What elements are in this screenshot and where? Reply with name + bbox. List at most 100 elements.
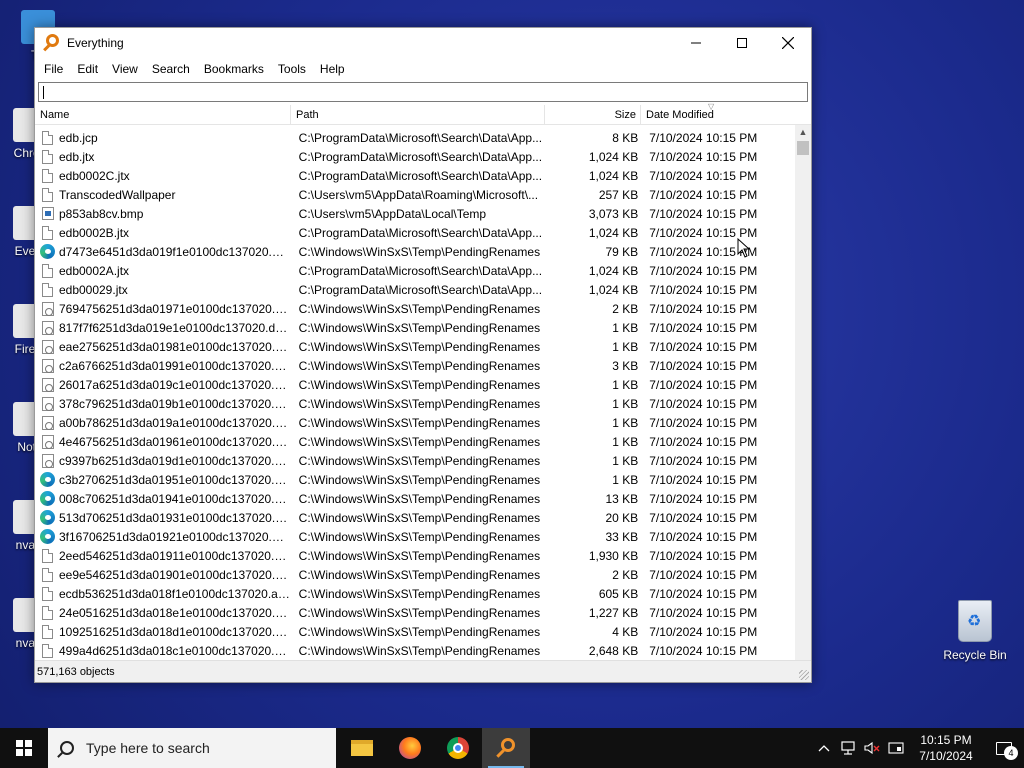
resize-grip-icon[interactable]	[799, 670, 809, 680]
firefox-icon	[399, 737, 421, 759]
cell-name: 513d706251d3da01931e0100dc137020.Spe...	[58, 510, 293, 525]
column-header-path[interactable]: Path	[291, 105, 545, 124]
table-row[interactable]: 2eed546251d3da01911e0100dc137020.amd... C…	[35, 546, 795, 565]
menu-tools[interactable]: Tools	[271, 62, 313, 76]
cell-name: edb.jtx	[58, 149, 95, 164]
cell-path: C:\Windows\WinSxS\Temp\PendingRenames	[298, 339, 541, 354]
notifications-button[interactable]: 4	[984, 728, 1024, 768]
table-row[interactable]: d7473e6451d3da019f1e0100dc137020.migr...…	[35, 242, 795, 261]
notification-count-badge: 4	[1004, 746, 1018, 760]
taskbar-search-box[interactable]: Type here to search	[48, 728, 336, 768]
file-explorer-icon	[351, 740, 373, 756]
menu-file[interactable]: File	[37, 62, 70, 76]
table-row[interactable]: p853ab8cv.bmp C:\Users\vm5\AppData\Local\…	[35, 204, 795, 223]
table-row[interactable]: edb0002C.jtx C:\ProgramData\Microsoft\Sea…	[35, 166, 795, 185]
file-icon	[37, 603, 59, 622]
table-row[interactable]: 4e46756251d3da01961e0100dc137020.desk...…	[35, 432, 795, 451]
title-bar[interactable]: Everything	[35, 28, 811, 58]
cell-size: 1,227 KB	[588, 605, 639, 620]
table-row[interactable]: 1092516251d3da018d1e0100dc137020.amd... C…	[35, 622, 795, 641]
cell-name: 1092516251d3da018d1e0100dc137020.amd...	[58, 624, 293, 639]
cell-name: 008c706251d3da01941e0100dc137020.Clea...	[58, 491, 293, 506]
cell-date-modified: 7/10/2024 10:15 PM	[649, 377, 758, 392]
table-row[interactable]: 378c796251d3da019b1e0100dc137020.desk...…	[35, 394, 795, 413]
menu-help[interactable]: Help	[313, 62, 352, 76]
network-icon[interactable]	[836, 728, 860, 768]
table-row[interactable]: 817f7f6251d3da019e1e0100dc137020.deskt..…	[35, 318, 795, 337]
table-row[interactable]: c2a6766251d3da01991e0100dc137020.desk...…	[35, 356, 795, 375]
close-button[interactable]	[765, 28, 811, 58]
vertical-scrollbar[interactable]: ▲ ▼	[795, 125, 811, 679]
edge-file-icon	[37, 508, 59, 527]
taskbar-clock[interactable]: 10:15 PM 7/10/2024	[908, 732, 984, 764]
cell-date-modified: 7/10/2024 10:15 PM	[649, 149, 758, 164]
table-row[interactable]: ee9e546251d3da01901e0100dc137020.amd... C…	[35, 565, 795, 584]
edge-file-icon	[37, 489, 59, 508]
volume-muted-icon[interactable]	[860, 728, 884, 768]
taskbar-everything[interactable]	[482, 728, 530, 768]
table-row[interactable]: a00b786251d3da019a1e0100dc137020.desk...…	[35, 413, 795, 432]
table-row[interactable]: 499a4d6251d3da018c1e0100dc137020.amd... C…	[35, 641, 795, 659]
cell-name: p853ab8cv.bmp	[58, 206, 144, 221]
action-center-device-icon[interactable]	[884, 728, 908, 768]
menu-bar: File Edit View Search Bookmarks Tools He…	[35, 58, 811, 80]
cell-name: edb00029.jtx	[58, 282, 128, 297]
table-row[interactable]: eae2756251d3da01981e0100dc137020.desk...…	[35, 337, 795, 356]
scroll-up-arrow-icon[interactable]: ▲	[795, 125, 811, 139]
column-header-name[interactable]: Name	[35, 105, 291, 124]
menu-search[interactable]: Search	[145, 62, 197, 76]
scrollbar-thumb[interactable]	[797, 141, 809, 155]
taskbar-file-explorer[interactable]	[338, 728, 386, 768]
cell-name: 7694756251d3da01971e0100dc137020.desk...	[58, 301, 293, 316]
table-row[interactable]: 26017a6251d3da019c1e0100dc137020.desk...…	[35, 375, 795, 394]
table-row[interactable]: 008c706251d3da01941e0100dc137020.Clea...…	[35, 489, 795, 508]
config-file-icon	[37, 451, 59, 470]
cell-date-modified: 7/10/2024 10:15 PM	[649, 320, 758, 335]
table-row[interactable]: edb.jtx C:\ProgramData\Microsoft\Search\D…	[35, 147, 795, 166]
menu-edit[interactable]: Edit	[70, 62, 105, 76]
menu-view[interactable]: View	[105, 62, 145, 76]
results-list: Name Path Size Date Modified ▽ edb.jcp C:…	[35, 102, 811, 689]
cell-date-modified: 7/10/2024 10:15 PM	[649, 282, 758, 297]
menu-bookmarks[interactable]: Bookmarks	[197, 62, 271, 76]
minimize-icon	[691, 42, 701, 44]
file-icon	[37, 641, 59, 659]
table-row[interactable]: TranscodedWallpaper C:\Users\vm5\AppData\…	[35, 185, 795, 204]
cell-date-modified: 7/10/2024 10:15 PM	[649, 529, 758, 544]
start-button[interactable]	[0, 728, 48, 768]
minimize-button[interactable]	[673, 28, 719, 58]
table-row[interactable]: 24e0516251d3da018e1e0100dc137020.amd... C…	[35, 603, 795, 622]
windows-logo-icon	[16, 740, 32, 756]
cell-size: 2 KB	[612, 301, 639, 316]
table-row[interactable]: edb.jcp C:\ProgramData\Microsoft\Search\D…	[35, 128, 795, 147]
table-row[interactable]: ecdb536251d3da018f1e0100dc137020.amd... C…	[35, 584, 795, 603]
cell-date-modified: 7/10/2024 10:15 PM	[649, 339, 758, 354]
table-row[interactable]: c3b2706251d3da01951e0100dc137020.Res... C…	[35, 470, 795, 489]
desktop-icon-recycle-bin[interactable]: Recycle Bin	[938, 600, 1012, 662]
table-row[interactable]: 513d706251d3da01931e0100dc137020.Spe... C…	[35, 508, 795, 527]
chrome-icon	[447, 737, 469, 759]
maximize-button[interactable]	[719, 28, 765, 58]
taskbar-chrome[interactable]	[434, 728, 482, 768]
cell-date-modified: 7/10/2024 10:15 PM	[649, 548, 758, 563]
table-row[interactable]: 7694756251d3da01971e0100dc137020.desk...…	[35, 299, 795, 318]
table-row[interactable]: edb0002A.jtx C:\ProgramData\Microsoft\Sea…	[35, 261, 795, 280]
taskbar-firefox[interactable]	[386, 728, 434, 768]
table-row[interactable]: 3f16706251d3da01921e0100dc137020.Gene...…	[35, 527, 795, 546]
table-row[interactable]: edb00029.jtx C:\ProgramData\Microsoft\Sea…	[35, 280, 795, 299]
column-header-size[interactable]: Size	[545, 105, 641, 124]
column-header-date-modified[interactable]: Date Modified ▽	[641, 102, 794, 124]
table-row[interactable]: edb0002B.jtx C:\ProgramData\Microsoft\Sea…	[35, 223, 795, 242]
search-input[interactable]	[38, 82, 808, 102]
text-caret	[43, 86, 44, 99]
table-row[interactable]: c9397b6251d3da019d1e0100dc137020.des... C…	[35, 451, 795, 470]
cell-size: 4 KB	[612, 624, 639, 639]
taskbar: Type here to search 10:15 PM 7/10/2024 4	[0, 728, 1024, 768]
show-hidden-icons-chevron-icon[interactable]	[812, 728, 836, 768]
config-file-icon	[37, 318, 59, 337]
cell-size: 605 KB	[598, 586, 639, 601]
edge-file-icon	[37, 242, 59, 261]
cell-date-modified: 7/10/2024 10:15 PM	[649, 225, 758, 240]
cell-date-modified: 7/10/2024 10:15 PM	[649, 453, 758, 468]
cell-path: C:\Windows\WinSxS\Temp\PendingRenames	[298, 358, 541, 373]
